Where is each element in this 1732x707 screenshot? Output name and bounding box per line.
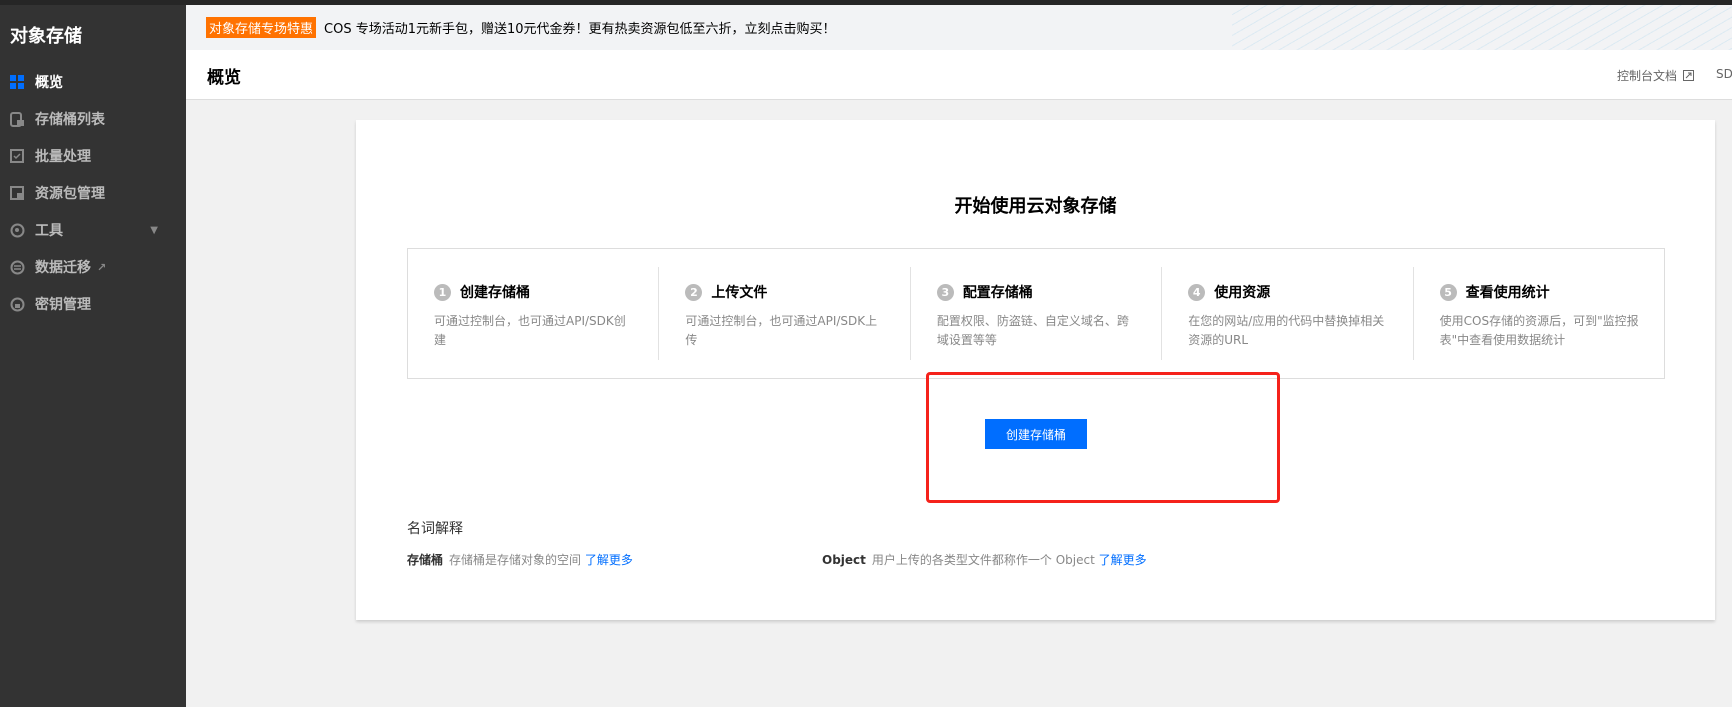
sidebar-item-tools[interactable]: 工具 ▼ <box>0 215 186 245</box>
sidebar-item-label: 数据迁移 <box>35 260 91 276</box>
sidebar: 对象存储 概览 存储桶列表 批量处理 资源包管理 工具 ▼ 数据迁移 ↗ 密钥管… <box>0 5 186 707</box>
console-docs-link[interactable]: 控制台文档 <box>1617 67 1695 84</box>
create-bucket-button[interactable]: 创建存储桶 <box>985 419 1087 449</box>
sidebar-title: 对象存储 <box>10 26 82 47</box>
step-desc: 可通过控制台，也可通过API/SDK上传 <box>685 314 878 347</box>
step-use-resources: 4 使用资源 在您的网站/应用的代码中替换掉相关资源的URL <box>1162 267 1414 360</box>
sidebar-item-label: 存储桶列表 <box>35 112 105 128</box>
step-title: 上传文件 <box>711 285 768 301</box>
sidebar-item-label: 密钥管理 <box>35 297 91 313</box>
step-desc: 配置权限、防盗链、自定义域名、跨域设置等等 <box>936 314 1129 347</box>
learn-more-link[interactable]: 了解更多 <box>1099 553 1147 567</box>
steps-panel: 1 创建存储桶 可通过控制台，也可通过API/SDK创建 2 上传文件 可通过控制台… <box>407 248 1665 379</box>
step-number: 5 <box>1439 283 1457 301</box>
term-desc: 存储桶是存储对象的空间 <box>449 553 582 567</box>
promo-tag: 对象存储专场特惠 <box>206 17 317 38</box>
sdk-link[interactable]: SD <box>1716 67 1732 81</box>
step-desc: 可通过控制台，也可通过API/SDK创建 <box>434 314 626 347</box>
glossary-bucket: 存储桶 存储桶是存储对象的空间 了解更多 <box>407 551 633 568</box>
step-statistics: 5 查看使用统计 使用COS存储的资源后，可到"监控报表"中查看使用数据统计 <box>1414 267 1664 360</box>
getting-started-card: 开始使用云对象存储 1 创建存储桶 可通过控制台，也可通过API/SDK创建 2上… <box>356 120 1715 620</box>
step-upload: 2 上传文件 可通过控制台，也可通过API/SDK上传 <box>659 267 911 360</box>
step-desc: 使用COS存储的资源后，可到"监控报表"中查看使用数据统计 <box>1439 314 1639 347</box>
learn-more-link[interactable]: 了解更多 <box>585 553 633 567</box>
sidebar-item-label: 资源包管理 <box>35 186 105 202</box>
sidebar-item-migration[interactable]: 数据迁移 ↗ <box>0 252 186 282</box>
chevron-down-icon: ▼ <box>150 224 158 236</box>
sidebar-item-label: 工具 <box>35 223 63 239</box>
checkbox-icon <box>9 148 25 164</box>
sidebar-item-bucket-list[interactable]: 存储桶列表 <box>0 104 186 134</box>
package-icon <box>9 185 25 201</box>
sidebar-item-batch[interactable]: 批量处理 <box>0 141 186 171</box>
sidebar-item-packages[interactable]: 资源包管理 <box>0 178 186 208</box>
step-number: 1 <box>434 283 451 301</box>
wrench-icon <box>9 222 25 238</box>
sdk-label: SD <box>1716 67 1732 81</box>
step-number: 2 <box>685 283 703 301</box>
term-name: Object <box>822 553 866 567</box>
glossary-object: Object 用户上传的各类型文件都称作一个 Object 了解更多 <box>822 551 1147 568</box>
lock-icon <box>9 296 25 312</box>
external-link-icon <box>1683 70 1695 81</box>
step-title: 查看使用统计 <box>1465 285 1550 301</box>
sidebar-item-overview[interactable]: 概览 <box>0 67 186 97</box>
grid-icon <box>9 74 25 90</box>
step-number: 3 <box>936 283 954 301</box>
promo-text[interactable]: COS 专场活动1元新手包，赠送10元代金券！更有热卖资源包低至六折，立刻点击购… <box>324 18 836 37</box>
highlight-box <box>926 372 1280 503</box>
bucket-icon <box>9 111 25 127</box>
step-number: 4 <box>1188 283 1206 301</box>
step-create-bucket: 1 创建存储桶 可通过控制台，也可通过API/SDK创建 <box>408 267 660 360</box>
sidebar-item-label: 批量处理 <box>35 149 91 165</box>
card-title: 开始使用云对象存储 <box>954 196 1117 217</box>
sidebar-item-label: 概览 <box>35 75 63 91</box>
step-title: 配置存储桶 <box>962 285 1033 301</box>
term-name: 存储桶 <box>407 553 444 567</box>
page-title: 概览 <box>207 68 241 88</box>
term-desc: 用户上传的各类型文件都称作一个 Object <box>871 553 1095 567</box>
step-title: 创建存储桶 <box>460 285 530 301</box>
glossary-title: 名词解释 <box>407 521 463 537</box>
migrate-icon <box>9 259 25 275</box>
external-link-icon: ↗ <box>97 260 107 274</box>
sidebar-item-keys[interactable]: 密钥管理 <box>0 289 186 319</box>
page-header: 概览 控制台文档 SD <box>186 50 1732 100</box>
step-title: 使用资源 <box>1214 285 1271 301</box>
console-docs-label: 控制台文档 <box>1617 69 1678 83</box>
step-desc: 在您的网站/应用的代码中替换掉相关资源的URL <box>1188 314 1385 347</box>
promo-banner[interactable]: 对象存储专场特惠 COS 专场活动1元新手包，赠送10元代金券！更有热卖资源包低… <box>186 5 1732 50</box>
banner-decoration <box>1232 5 1732 50</box>
step-configure: 3 配置存储桶 配置权限、防盗链、自定义域名、跨域设置等等 <box>911 267 1163 360</box>
